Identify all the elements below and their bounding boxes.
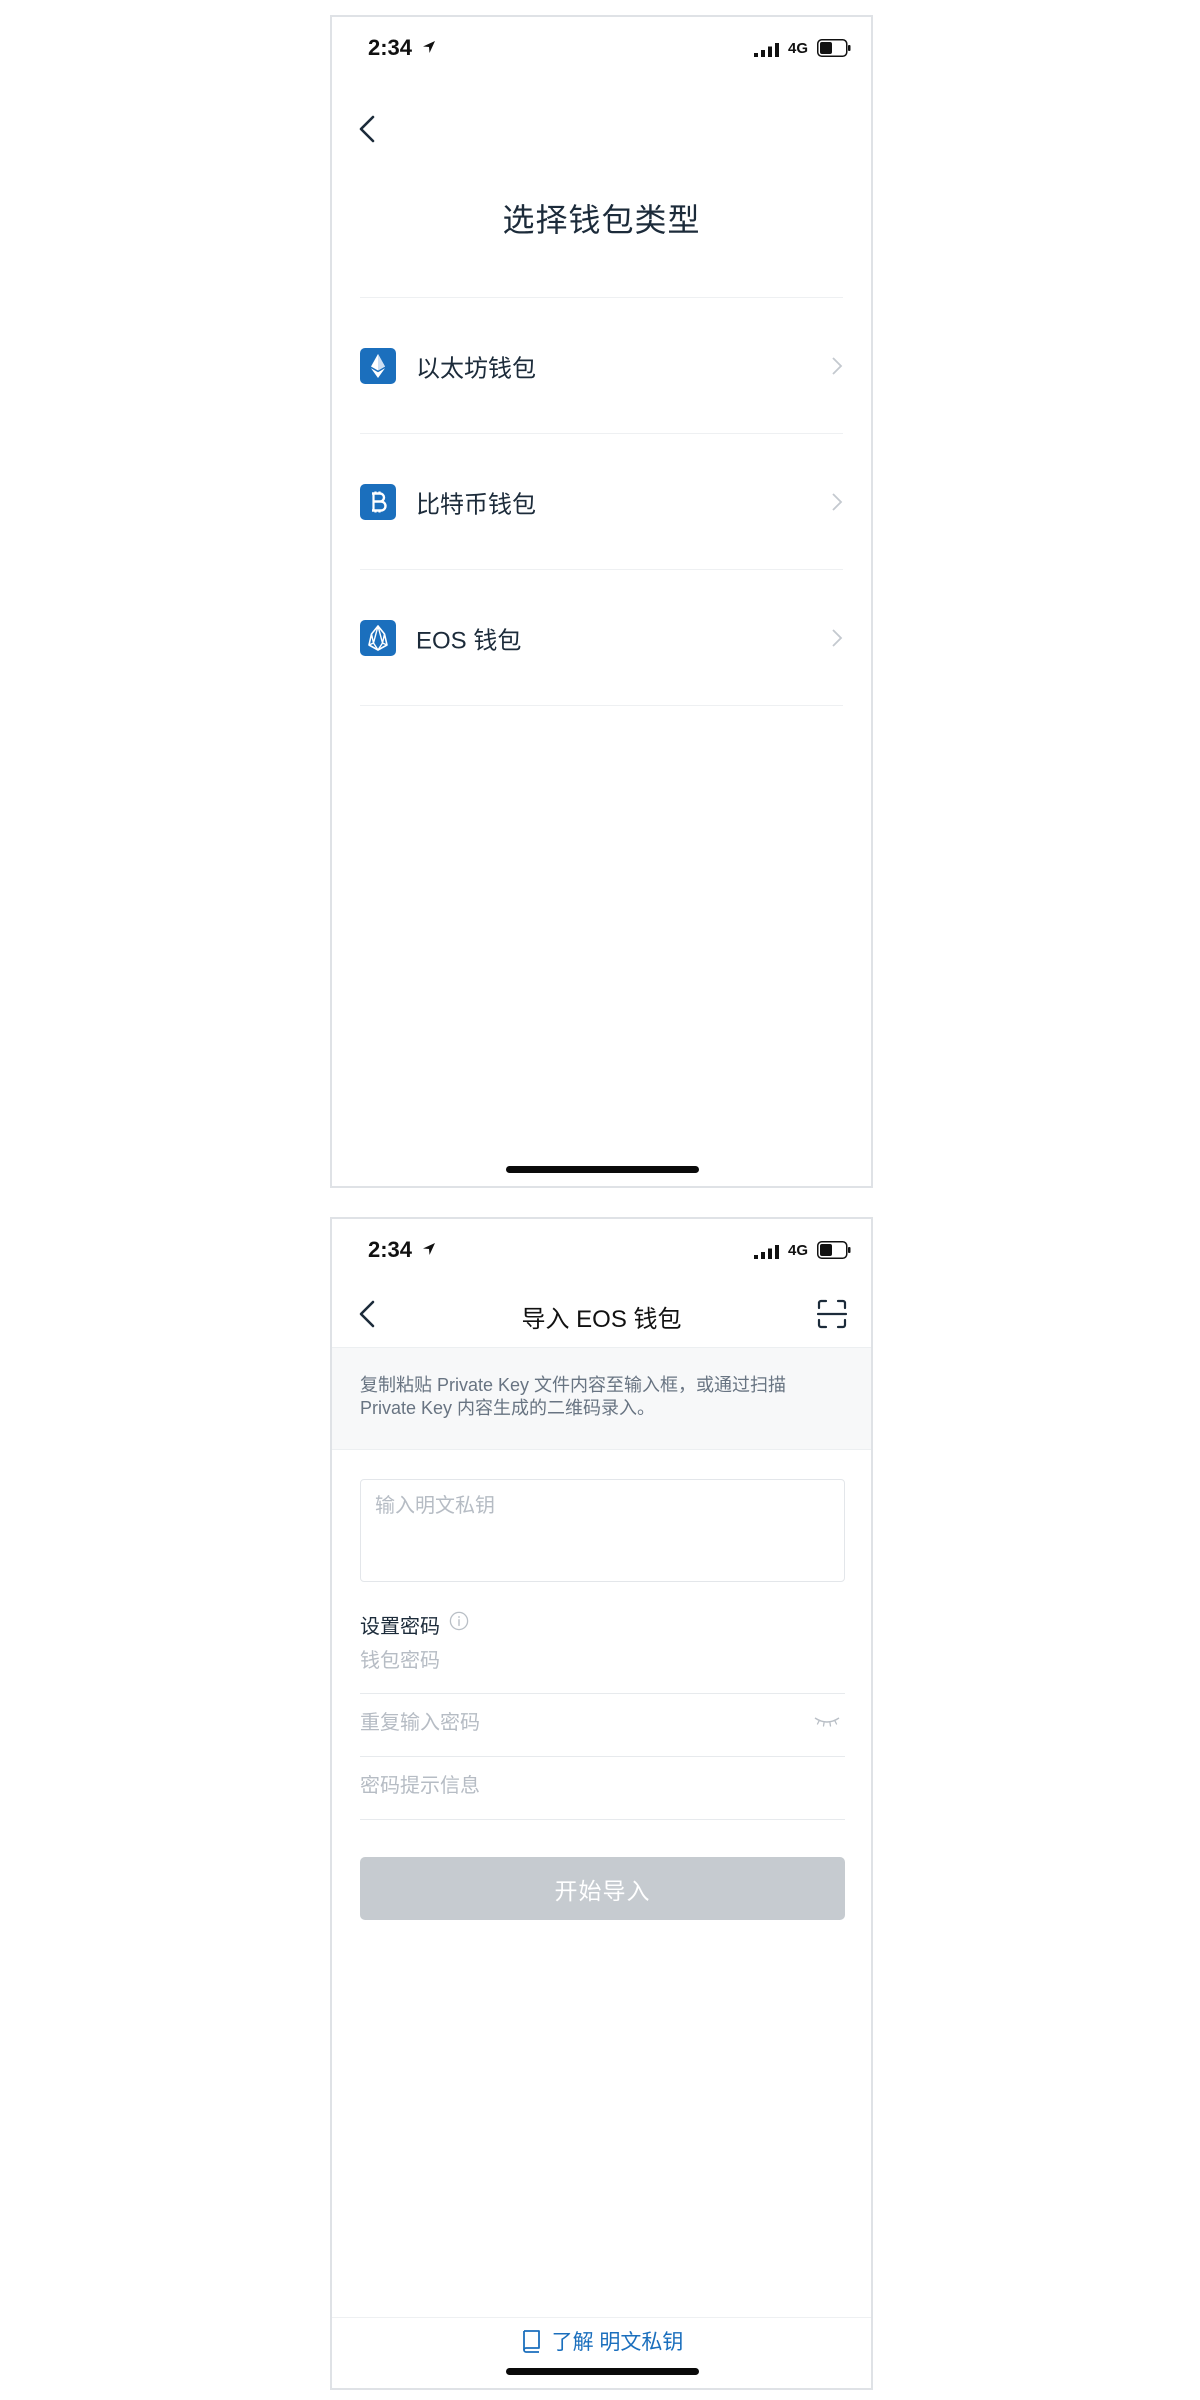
status-bar: 2:34 4G	[332, 17, 871, 79]
wallet-item-label: EOS 钱包	[416, 627, 522, 654]
bitcoin-icon	[360, 483, 396, 520]
password-hint-field[interactable]	[360, 1764, 845, 1808]
divider	[332, 2317, 871, 2318]
page-title: 选择钱包类型	[502, 202, 701, 238]
chevron-right-icon	[832, 492, 843, 511]
chevron-right-icon	[832, 356, 843, 375]
signal-icon	[754, 1245, 779, 1259]
eye-closed-icon[interactable]	[813, 1715, 841, 1729]
password-section-label: 设置密码	[360, 1616, 440, 1638]
home-indicator	[506, 1166, 699, 1173]
divider	[360, 1756, 845, 1757]
status-time: 2:34	[368, 35, 413, 60]
wallet-item-bitcoin[interactable]: 比特币钱包	[360, 434, 843, 569]
learn-private-key-link[interactable]: 了解 明文私钥	[332, 2326, 871, 2356]
signal-icon	[754, 43, 779, 57]
wallet-item-label: 以太坊钱包	[416, 355, 536, 382]
private-key-input[interactable]	[360, 1479, 845, 1582]
start-import-button[interactable]: 开始导入	[360, 1857, 845, 1920]
ethereum-icon	[360, 347, 396, 384]
wallet-type-screen: 2:34 4G 选择钱包类型 以太坊钱包 比特币钱包 EOS 钱包	[330, 15, 873, 1188]
location-arrow-icon	[423, 41, 435, 53]
wallet-item-eos[interactable]: EOS 钱包	[360, 570, 843, 705]
hint-text: 复制粘贴 Private Key 文件内容至输入框，或通过扫描 Private …	[360, 1375, 787, 1418]
battery-icon	[817, 39, 851, 57]
home-indicator	[506, 2368, 699, 2375]
wallet-item-label: 比特币钱包	[416, 491, 536, 518]
divider	[360, 1819, 845, 1820]
hint-panel: 复制粘贴 Private Key 文件内容至输入框，或通过扫描 Private …	[332, 1347, 871, 1450]
status-bar: 2:34 4G	[332, 1219, 871, 1281]
network-type: 4G	[787, 40, 808, 57]
back-button[interactable]	[352, 112, 386, 146]
repeat-password-field[interactable]	[360, 1701, 845, 1745]
import-eos-wallet-screen: 2:34 4G 导入 EOS 钱包 复制粘贴 Private Key 文件内容至…	[330, 1217, 873, 2390]
wallet-item-ethereum[interactable]: 以太坊钱包	[360, 298, 843, 433]
wallet-password-field[interactable]	[360, 1639, 845, 1683]
scan-qr-icon[interactable]	[817, 1299, 847, 1329]
page-title: 导入 EOS 钱包	[521, 1306, 682, 1333]
info-icon[interactable]	[449, 1611, 469, 1631]
learn-link-label: 了解 明文私钥	[551, 2331, 684, 2354]
battery-icon	[817, 1241, 851, 1259]
eos-icon	[360, 619, 396, 656]
status-time: 2:34	[368, 1237, 413, 1262]
divider	[360, 1693, 845, 1694]
divider	[360, 705, 843, 706]
location-arrow-icon	[423, 1243, 435, 1255]
book-icon	[522, 2330, 540, 2353]
chevron-right-icon	[832, 628, 843, 647]
network-type: 4G	[787, 1242, 808, 1259]
